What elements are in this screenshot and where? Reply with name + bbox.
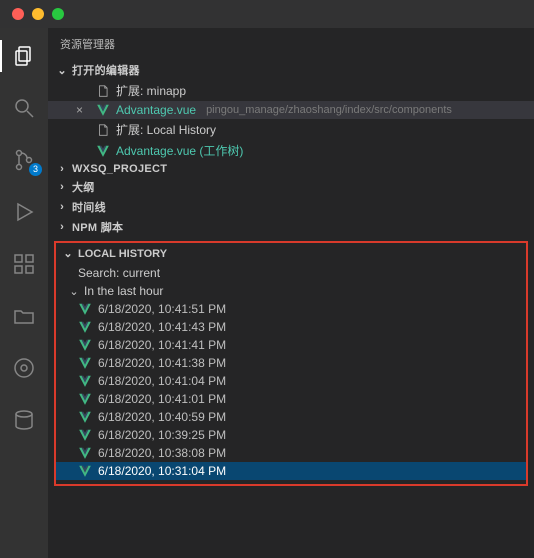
remote-tab[interactable] bbox=[0, 348, 48, 388]
close-icon[interactable]: × bbox=[76, 103, 90, 117]
editor-filepath: pingou_manage/zhaoshang/index/src/compon… bbox=[206, 104, 452, 116]
open-editor-item[interactable]: Advantage.vue (工作树) bbox=[48, 140, 534, 161]
scm-tab[interactable]: 3 bbox=[0, 140, 48, 180]
chevron-down-icon: ⌄ bbox=[62, 247, 74, 260]
local-history-item[interactable]: 6/18/2020, 10:41:41 PM bbox=[56, 336, 526, 354]
chevron-down-icon: ⌄ bbox=[56, 64, 68, 77]
chevron-right-icon: › bbox=[56, 163, 68, 175]
open-editors-list: 扩展: minapp × Advantage.vue pingou_manage/zh… bbox=[48, 80, 534, 161]
maximize-window-button[interactable] bbox=[52, 8, 64, 20]
local-history-panel: ⌄ LOCAL HISTORY Search: current ⌄ In the… bbox=[54, 241, 528, 486]
extensions-icon bbox=[12, 252, 36, 276]
local-history-item[interactable]: 6/18/2020, 10:41:38 PM bbox=[56, 354, 526, 372]
chevron-down-icon: ⌄ bbox=[68, 285, 80, 298]
history-timestamp: 6/18/2020, 10:40:59 PM bbox=[98, 410, 226, 424]
section-header[interactable]: › 时间线 bbox=[48, 197, 534, 217]
history-timestamp: 6/18/2020, 10:41:43 PM bbox=[98, 320, 226, 334]
section-header[interactable]: › NPM 脚本 bbox=[48, 217, 534, 237]
section-header[interactable]: › WXSQ_PROJECT bbox=[48, 161, 534, 177]
local-history-item[interactable]: 6/18/2020, 10:31:04 PM bbox=[56, 462, 526, 480]
open-editor-item[interactable]: 扩展: Local History bbox=[48, 119, 534, 140]
editor-filename: Advantage.vue (工作树) bbox=[116, 142, 243, 159]
vue-file-icon bbox=[78, 464, 92, 478]
local-history-header[interactable]: ⌄ LOCAL HISTORY bbox=[56, 243, 526, 264]
vue-file-icon bbox=[78, 428, 92, 442]
history-timestamp: 6/18/2020, 10:41:41 PM bbox=[98, 338, 226, 352]
search-icon bbox=[12, 96, 36, 120]
titlebar bbox=[0, 0, 534, 28]
vue-file-icon bbox=[78, 410, 92, 424]
explorer-tab[interactable] bbox=[0, 36, 48, 76]
open-editor-item[interactable]: 扩展: minapp bbox=[48, 80, 534, 101]
history-timestamp: 6/18/2020, 10:38:08 PM bbox=[98, 446, 226, 460]
explorer-sidebar: 资源管理器 ⌄ 打开的编辑器 扩展: minapp × Advantage.vue p… bbox=[48, 28, 534, 558]
folder-icon bbox=[12, 304, 36, 328]
local-history-item[interactable]: 6/18/2020, 10:41:43 PM bbox=[56, 318, 526, 336]
history-timestamp: 6/18/2020, 10:41:38 PM bbox=[98, 356, 226, 370]
docker-tab[interactable] bbox=[0, 296, 48, 336]
section-label: 大纲 bbox=[72, 179, 95, 195]
run-debug-tab[interactable] bbox=[0, 192, 48, 232]
local-history-item[interactable]: 6/18/2020, 10:39:25 PM bbox=[56, 426, 526, 444]
file-icon bbox=[96, 123, 110, 137]
remote-icon bbox=[12, 356, 36, 380]
vue-file-icon bbox=[78, 374, 92, 388]
chevron-right-icon: › bbox=[56, 201, 68, 213]
database-icon bbox=[12, 408, 36, 432]
vue-file-icon bbox=[78, 302, 92, 316]
run-icon bbox=[12, 200, 36, 224]
database-tab[interactable] bbox=[0, 400, 48, 440]
local-history-item[interactable]: 6/18/2020, 10:38:08 PM bbox=[56, 444, 526, 462]
local-history-item[interactable]: 6/18/2020, 10:41:51 PM bbox=[56, 300, 526, 318]
vue-file-icon bbox=[78, 446, 92, 460]
vue-file-icon bbox=[78, 338, 92, 352]
file-icon bbox=[96, 84, 110, 98]
open-editors-header[interactable]: ⌄ 打开的编辑器 bbox=[48, 60, 534, 80]
history-timestamp: 6/18/2020, 10:41:01 PM bbox=[98, 392, 226, 406]
chevron-right-icon: › bbox=[56, 181, 68, 193]
search-tab[interactable] bbox=[0, 88, 48, 128]
close-window-button[interactable] bbox=[12, 8, 24, 20]
vue-file-icon bbox=[78, 356, 92, 370]
vue-file-icon bbox=[96, 144, 110, 158]
section-label: NPM 脚本 bbox=[72, 219, 123, 235]
activity-bar: 3 bbox=[0, 28, 48, 558]
open-editor-item[interactable]: × Advantage.vue pingou_manage/zhaoshang/in… bbox=[48, 101, 534, 119]
files-icon bbox=[12, 44, 36, 68]
minimize-window-button[interactable] bbox=[32, 8, 44, 20]
section-label: WXSQ_PROJECT bbox=[72, 163, 167, 175]
scm-badge: 3 bbox=[29, 163, 42, 176]
editor-filename: 扩展: minapp bbox=[116, 82, 186, 99]
editor-filename: 扩展: Local History bbox=[116, 121, 216, 138]
chevron-right-icon: › bbox=[56, 221, 68, 233]
sidebar-title: 资源管理器 bbox=[48, 28, 534, 60]
local-history-item[interactable]: 6/18/2020, 10:41:04 PM bbox=[56, 372, 526, 390]
history-timestamp: 6/18/2020, 10:41:51 PM bbox=[98, 302, 226, 316]
local-history-item[interactable]: 6/18/2020, 10:40:59 PM bbox=[56, 408, 526, 426]
history-timestamp: 6/18/2020, 10:39:25 PM bbox=[98, 428, 226, 442]
local-history-search[interactable]: Search: current bbox=[56, 264, 526, 282]
vue-file-icon bbox=[78, 392, 92, 406]
history-timestamp: 6/18/2020, 10:31:04 PM bbox=[98, 464, 226, 478]
editor-filename: Advantage.vue bbox=[116, 103, 196, 117]
vue-file-icon bbox=[78, 320, 92, 334]
history-timestamp: 6/18/2020, 10:41:04 PM bbox=[98, 374, 226, 388]
extensions-tab[interactable] bbox=[0, 244, 48, 284]
local-history-item[interactable]: 6/18/2020, 10:41:01 PM bbox=[56, 390, 526, 408]
vue-file-icon bbox=[96, 103, 110, 117]
local-history-group[interactable]: ⌄ In the last hour bbox=[56, 282, 526, 300]
section-label: 时间线 bbox=[72, 199, 106, 215]
section-header[interactable]: › 大纲 bbox=[48, 177, 534, 197]
